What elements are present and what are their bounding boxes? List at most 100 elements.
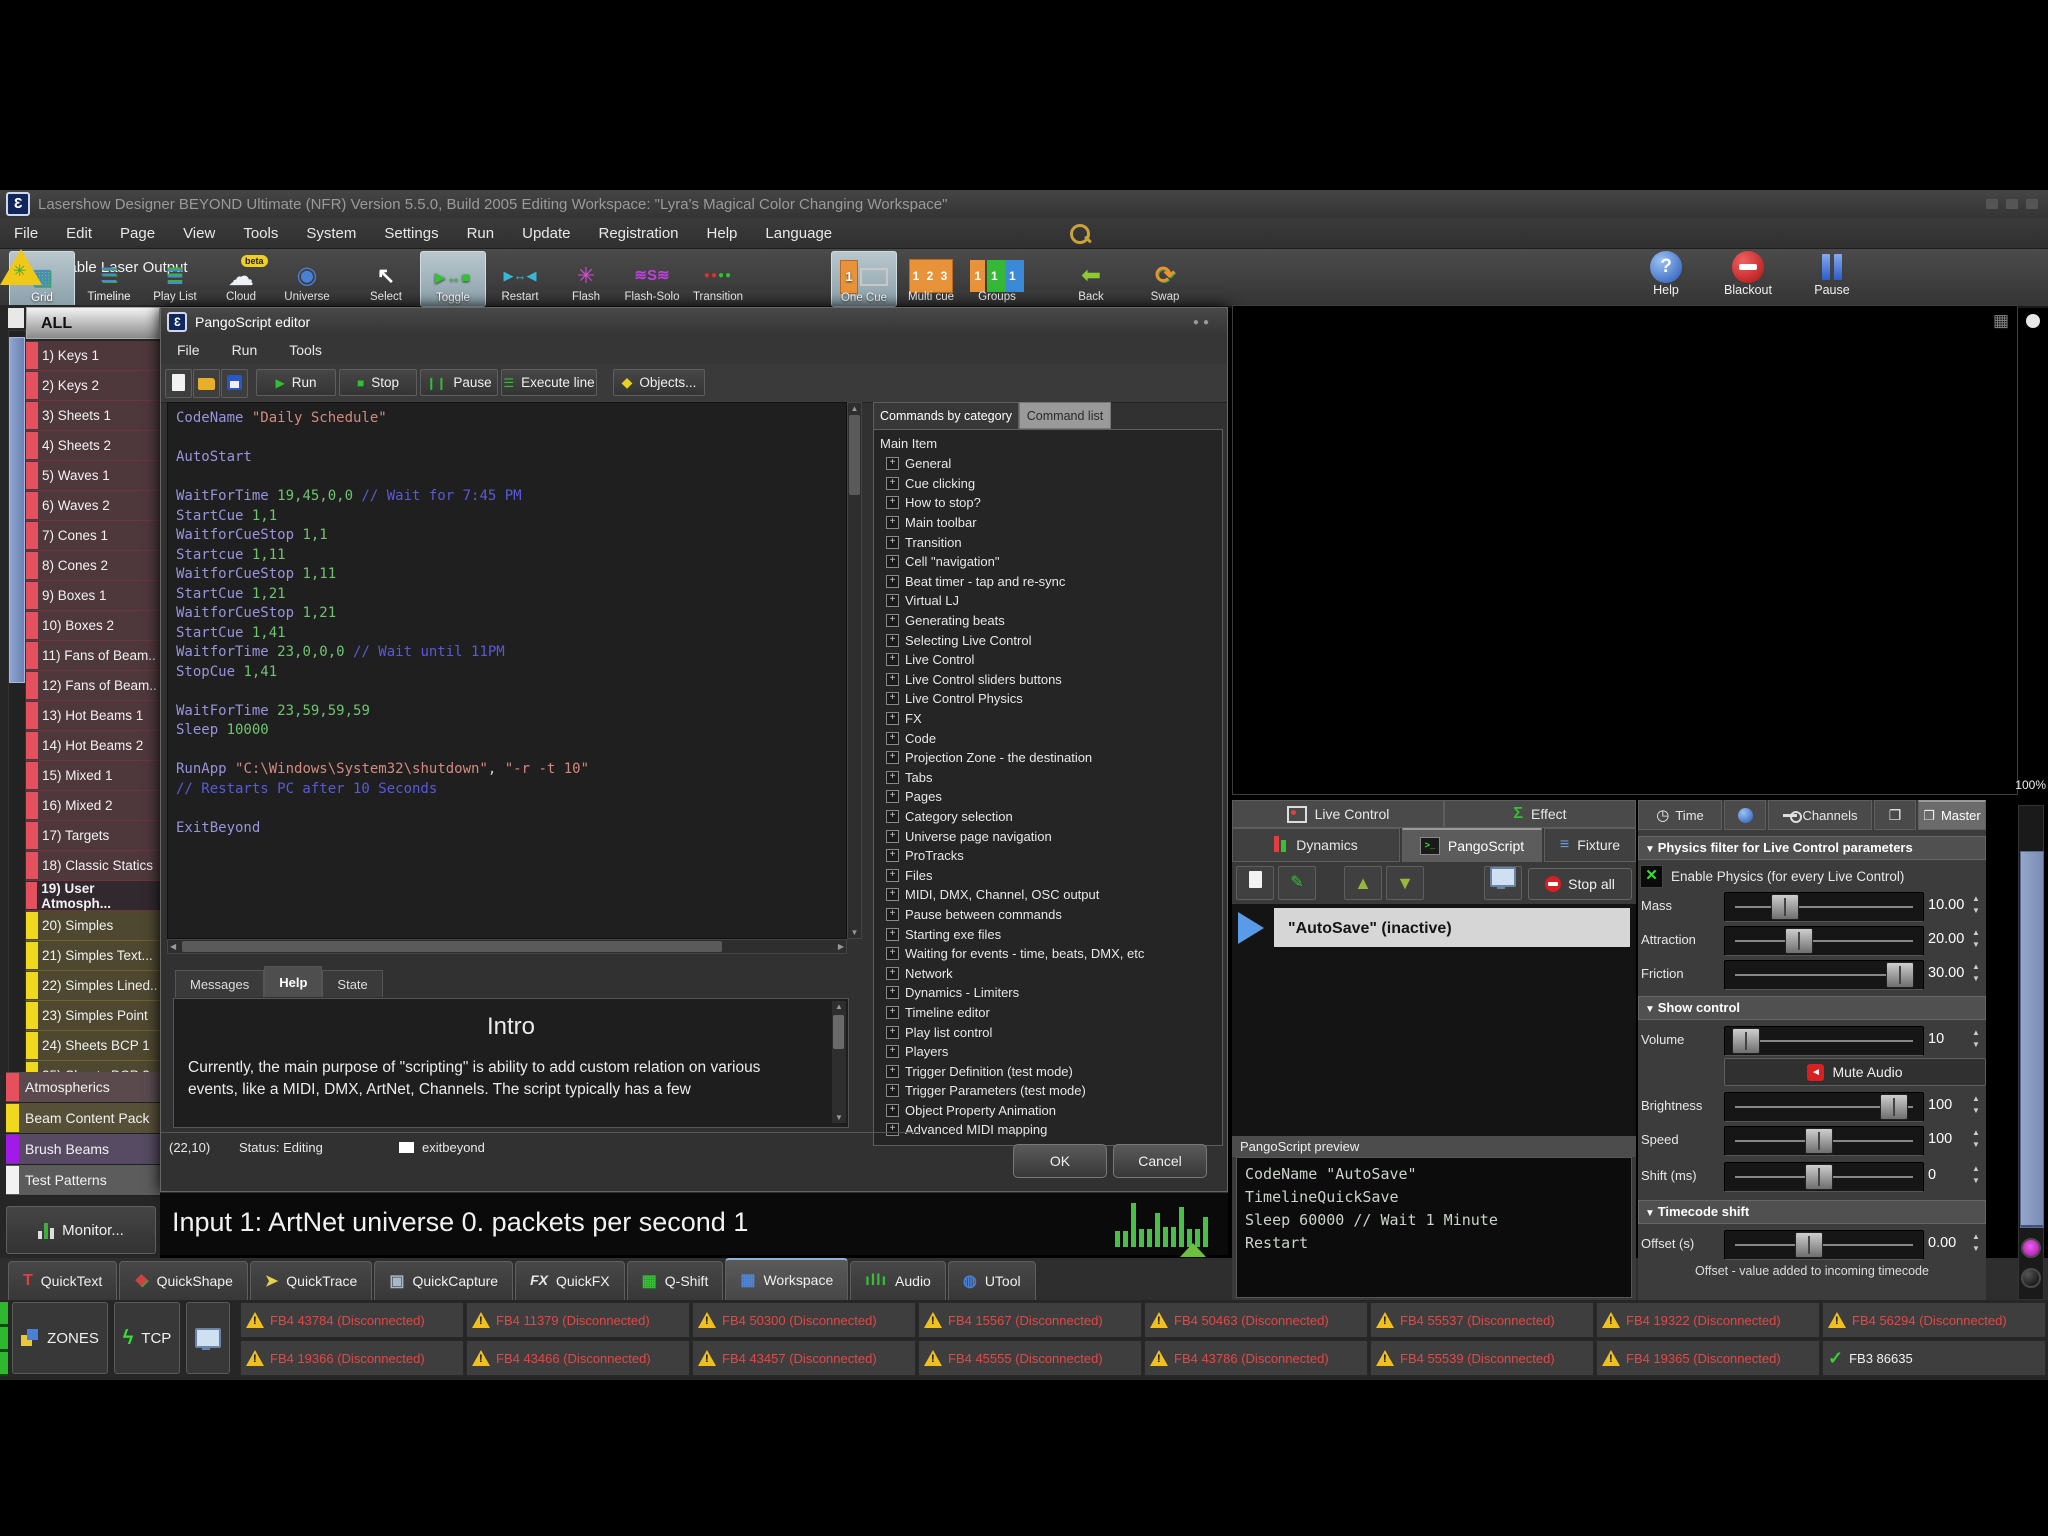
- tree-item[interactable]: + ProTracks: [880, 846, 1222, 866]
- magenta-indicator[interactable]: [2021, 1238, 2041, 1258]
- mass-slider[interactable]: [1724, 892, 1924, 922]
- save-script-button[interactable]: [221, 369, 248, 398]
- pause-button[interactable]: Pause: [1796, 251, 1868, 297]
- expand-icon[interactable]: +: [886, 888, 899, 901]
- fb4-device-cell[interactable]: ✓ FB3 86635: [1822, 1340, 2046, 1376]
- toolbar-button[interactable]: Groups: [965, 251, 1029, 305]
- zones-button[interactable]: ZONES: [12, 1302, 108, 1374]
- script-list[interactable]: "AutoSave" (inactive): [1232, 904, 1636, 1136]
- code-line[interactable]: StartCue 1,21: [176, 585, 846, 605]
- code-line[interactable]: RunApp "C:\Windows\System32\shutdown", "…: [176, 760, 846, 780]
- menu-item[interactable]: Run: [453, 225, 509, 242]
- page-item[interactable]: 1) Keys 1: [26, 341, 160, 371]
- page-item[interactable]: 22) Simples Lined..: [26, 971, 160, 1001]
- code-line[interactable]: StopCue 1,41: [176, 663, 846, 683]
- tab-dynamics[interactable]: Dynamics: [1232, 828, 1400, 862]
- right-edge-scrollbar[interactable]: [2018, 805, 2044, 1300]
- mass-spinner[interactable]: ▲▼: [1972, 893, 1980, 917]
- quick-tab[interactable]: Q-Shift: [627, 1261, 724, 1300]
- menu-item[interactable]: Settings: [370, 225, 452, 242]
- execute-line-button[interactable]: ☰Execute line: [501, 369, 597, 396]
- page-item[interactable]: 11) Fans of Beam..: [26, 641, 160, 671]
- code-line[interactable]: [176, 429, 846, 449]
- code-line[interactable]: WaitForTime 19,45,0,0 // Wait for 7:45 P…: [176, 487, 846, 507]
- fb4-device-cell[interactable]: ✓ FB4 19366 (Disconnected): [240, 1340, 464, 1376]
- menu-item[interactable]: Update: [508, 225, 584, 242]
- page-item[interactable]: 24) Sheets BCP 1: [26, 1031, 160, 1061]
- page-item[interactable]: 9) Boxes 1: [26, 581, 160, 611]
- page-item[interactable]: 21) Simples Text...: [26, 941, 160, 971]
- volume-slider[interactable]: [1724, 1026, 1924, 1056]
- tree-item[interactable]: + Play list control: [880, 1022, 1222, 1042]
- friction-slider-thumb[interactable]: [1886, 962, 1914, 988]
- expand-icon[interactable]: +: [886, 575, 899, 588]
- tree-item[interactable]: + Pause between commands: [880, 905, 1222, 925]
- tab-live-control[interactable]: Live Control: [1232, 800, 1444, 828]
- fb4-device-cell[interactable]: ✓ FB4 50463 (Disconnected): [1144, 1302, 1368, 1338]
- page-item[interactable]: 16) Mixed 2: [26, 791, 160, 821]
- toolbar-button[interactable]: Toggle: [420, 251, 486, 307]
- search-icon[interactable]: [1070, 224, 1090, 244]
- menu-item[interactable]: Tools: [229, 225, 292, 242]
- fb4-device-cell[interactable]: ✓ FB4 43786 (Disconnected): [1144, 1340, 1368, 1376]
- quick-tab[interactable]: QuickCapture: [374, 1261, 513, 1300]
- code-vertical-scrollbar[interactable]: ▲▼: [847, 402, 862, 939]
- brightness-slider[interactable]: [1724, 1092, 1924, 1122]
- tree-root[interactable]: Main Item: [880, 434, 1222, 454]
- speed-slider-thumb[interactable]: [1805, 1128, 1833, 1154]
- code-line[interactable]: StartCue 1,41: [176, 624, 846, 644]
- page-item[interactable]: 5) Waves 1: [26, 461, 160, 491]
- expand-icon[interactable]: +: [886, 1084, 899, 1097]
- preview-corner-button[interactable]: [2026, 314, 2040, 328]
- code-line[interactable]: // Restarts PC after 10 Seconds: [176, 780, 846, 800]
- tree-item[interactable]: + General: [880, 454, 1222, 474]
- quick-tab[interactable]: QuickText: [8, 1261, 117, 1300]
- code-line[interactable]: WaitForTime 23,59,59,59: [176, 702, 846, 722]
- code-line[interactable]: [176, 682, 846, 702]
- fb4-device-cell[interactable]: ✓ FB4 55537 (Disconnected): [1370, 1302, 1594, 1338]
- shift-slider[interactable]: [1724, 1162, 1924, 1192]
- page-item[interactable]: 8) Cones 2: [26, 551, 160, 581]
- tab-fixture[interactable]: ≡ Fixture: [1544, 828, 1636, 862]
- tree-item[interactable]: + Main toolbar: [880, 513, 1222, 533]
- window-controls[interactable]: [1986, 199, 2038, 209]
- expand-icon[interactable]: +: [886, 614, 899, 627]
- page-item[interactable]: 12) Fans of Beam..: [26, 671, 160, 701]
- run-button[interactable]: ▶Run: [256, 369, 336, 396]
- page-item[interactable]: 17) Targets: [26, 821, 160, 851]
- page-item[interactable]: 14) Hot Beams 2: [26, 731, 160, 761]
- fb4-device-cell[interactable]: ✓ FB4 19365 (Disconnected): [1596, 1340, 1820, 1376]
- tab-master[interactable]: ❐ Master: [1918, 800, 1986, 830]
- tree-item[interactable]: + Beat timer - tap and re-sync: [880, 572, 1222, 592]
- new-script-button[interactable]: [165, 369, 192, 398]
- script-settings-button[interactable]: [1484, 866, 1522, 900]
- editor-menu-item[interactable]: File: [161, 342, 216, 358]
- menu-item[interactable]: System: [292, 225, 370, 242]
- editor-bottom-tab[interactable]: Help: [264, 966, 322, 997]
- toolbar-button[interactable]: beta Cloud: [209, 251, 273, 305]
- cancel-button[interactable]: Cancel: [1113, 1144, 1207, 1178]
- expand-icon[interactable]: +: [886, 692, 899, 705]
- tree-item[interactable]: + Advanced MIDI mapping: [880, 1120, 1222, 1140]
- expand-icon[interactable]: +: [886, 1026, 899, 1039]
- expand-icon[interactable]: +: [886, 751, 899, 764]
- objects-button[interactable]: ◆Objects...: [613, 369, 705, 396]
- help-scrollbar[interactable]: ▲▼: [832, 1001, 846, 1123]
- help-button[interactable]: ? Help: [1630, 251, 1702, 297]
- tcp-button[interactable]: ϟ TCP: [114, 1302, 180, 1374]
- tree-item[interactable]: + MIDI, DMX, Channel, OSC output: [880, 885, 1222, 905]
- code-line[interactable]: [176, 468, 846, 488]
- category-item[interactable]: Brush Beams: [6, 1134, 160, 1165]
- code-line[interactable]: Sleep 10000: [176, 721, 846, 741]
- monitor-toggle-button[interactable]: [186, 1302, 230, 1374]
- toolbar-button[interactable]: Transition: [686, 251, 750, 305]
- open-script-button[interactable]: [193, 369, 220, 398]
- tree-item[interactable]: + Live Control sliders buttons: [880, 670, 1222, 690]
- expand-icon[interactable]: +: [886, 1065, 899, 1078]
- expand-icon[interactable]: +: [886, 516, 899, 529]
- page-item[interactable]: 18) Classic Statics: [26, 851, 160, 881]
- tree-item[interactable]: + Players: [880, 1042, 1222, 1062]
- tree-item[interactable]: + Cue clicking: [880, 474, 1222, 494]
- expand-icon[interactable]: +: [886, 967, 899, 980]
- expand-up-icon[interactable]: [1180, 1243, 1206, 1257]
